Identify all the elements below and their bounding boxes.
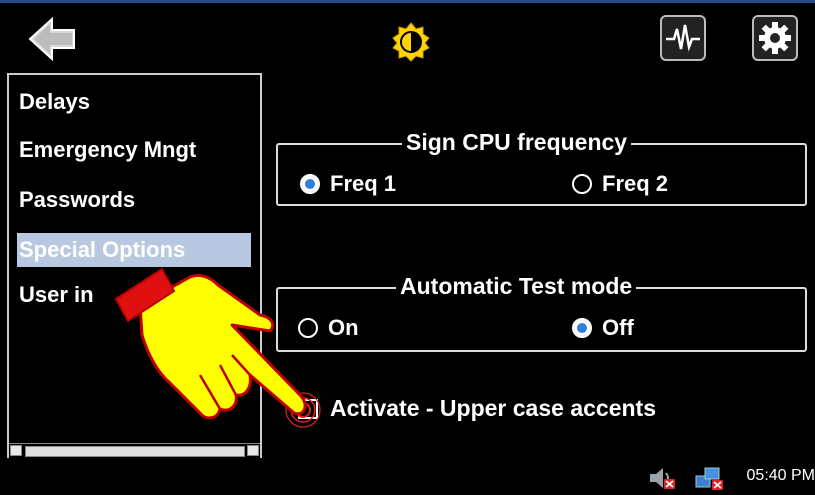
sidebar-item-emergency-mngt[interactable]: Emergency Mngt (19, 133, 196, 167)
top-toolbar (0, 0, 815, 72)
radio-unselected-icon (298, 318, 318, 338)
clock-time: 05:40 PM (746, 467, 815, 484)
speaker-muted-icon[interactable] (648, 466, 678, 490)
scrollbar-track[interactable] (25, 446, 245, 457)
auto-test-title: Automatic Test mode (396, 273, 637, 300)
sidebar-horizontal-scrollbar[interactable] (9, 443, 260, 458)
scroll-left-icon[interactable] (10, 445, 22, 456)
auto-test-on-label: On (328, 315, 359, 340)
auto-test-off-label: Off (602, 315, 634, 340)
auto-test-on-radio[interactable]: On (298, 315, 359, 341)
sidebar-item-special-options[interactable]: Special Options (17, 233, 251, 267)
cpu-frequency-title: Sign CPU frequency (402, 129, 632, 156)
options-sidebar: Delays Emergency Mngt Passwords Special … (7, 73, 262, 458)
freq-1-radio[interactable]: Freq 1 (300, 171, 396, 197)
settings-button[interactable] (752, 15, 798, 61)
sidebar-item-user-interface[interactable]: User in (19, 278, 94, 312)
waveform-icon (666, 24, 700, 52)
network-disconnected-icon[interactable] (694, 466, 726, 492)
upper-case-accents-label: Activate - Upper case accents (330, 395, 656, 421)
freq-2-radio[interactable]: Freq 2 (572, 171, 668, 197)
diagnostics-button[interactable] (660, 15, 706, 61)
brightness-icon[interactable] (390, 21, 432, 63)
radio-selected-icon (300, 174, 320, 194)
gear-icon (759, 22, 791, 54)
radio-unselected-icon (572, 174, 592, 194)
cpu-frequency-group: Sign CPU frequency Freq 1 Freq 2 (276, 129, 807, 206)
upper-case-accents-checkbox[interactable]: Activate - Upper case accents (298, 395, 656, 422)
freq-1-label: Freq 1 (330, 171, 397, 196)
sidebar-item-delays[interactable]: Delays (19, 85, 90, 119)
system-taskbar: 05:40 PM (0, 458, 815, 495)
freq-2-label: Freq 2 (602, 171, 669, 196)
auto-test-off-radio[interactable]: Off (572, 315, 634, 341)
checkbox-icon (298, 398, 318, 419)
special-options-panel: Sign CPU frequency Freq 1 Freq 2 Automat… (264, 73, 815, 458)
auto-test-group: Automatic Test mode On Off (276, 273, 807, 352)
sidebar-item-passwords[interactable]: Passwords (19, 183, 135, 217)
scroll-right-icon[interactable] (247, 445, 259, 456)
radio-selected-icon (572, 318, 592, 338)
back-arrow-icon[interactable] (28, 15, 78, 63)
